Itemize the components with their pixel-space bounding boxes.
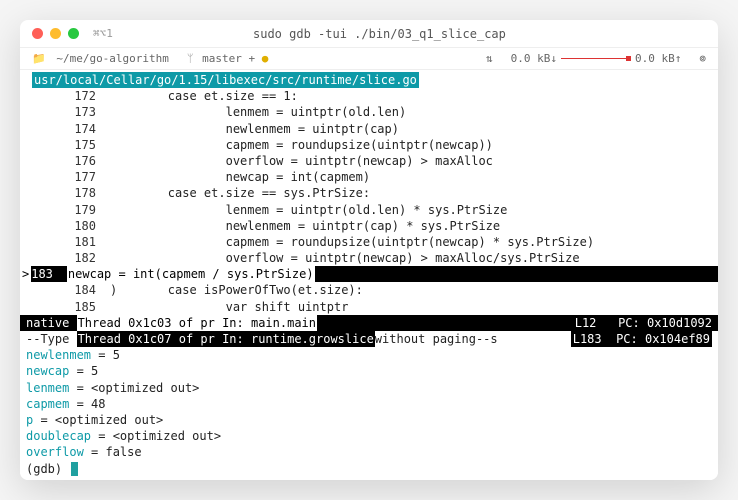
terminal-window: ⌘⌥1 sudo gdb -tui ./bin/03_q1_slice_cap … xyxy=(20,20,718,480)
code-line: 180 newlenmem = uintptr(cap) * sys.PtrSi… xyxy=(20,218,718,234)
code-line: 184) case isPowerOfTwo(et.size): xyxy=(20,282,718,298)
code-line: 177 newcap = int(capmem) xyxy=(20,169,718,185)
variable-line: overflow = false xyxy=(20,444,718,460)
net-graph-icon xyxy=(561,58,631,59)
git-branch[interactable]: ᛘ master + ● xyxy=(187,52,268,65)
variable-line: doublecap = <optimized out> xyxy=(20,428,718,444)
code-line: 178 case et.size == sys.PtrSize: xyxy=(20,185,718,201)
traffic-lights xyxy=(32,28,79,39)
variable-line: p = <optimized out> xyxy=(20,412,718,428)
gdb-prompt[interactable]: (gdb) xyxy=(20,461,718,477)
code-line: 181 capmem = roundupsize(uintptr(newcap)… xyxy=(20,234,718,250)
cursor-icon xyxy=(71,462,78,476)
path-segment[interactable]: 📁 ~/me/go-algorithm xyxy=(32,52,169,65)
terminal-body[interactable]: usr/local/Cellar/go/1.15/libexec/src/run… xyxy=(20,70,718,480)
minimize-icon[interactable] xyxy=(50,28,61,39)
variable-line: newlenmem = 5 xyxy=(20,347,718,363)
source-path: usr/local/Cellar/go/1.15/libexec/src/run… xyxy=(32,72,419,88)
status-row-1: native Thread 0x1c03 of pr In: main.main… xyxy=(20,315,718,331)
status-row-2: --Type Thread 0x1c07 of pr In: runtime.g… xyxy=(20,331,718,347)
code-line: 182 overflow = uintptr(newcap) > maxAllo… xyxy=(20,250,718,266)
current-line-code: newcap = int(capmem / sys.PtrSize) xyxy=(67,266,315,282)
code-line: 172 case et.size == 1: xyxy=(20,88,718,104)
current-line-marker: > xyxy=(20,266,31,282)
close-icon[interactable] xyxy=(32,28,43,39)
net-down: 0.0 kB↓ 0.0 kB↑ xyxy=(511,52,682,65)
toolbar: 📁 ~/me/go-algorithm ᛘ master + ● ⇅ 0.0 k… xyxy=(20,48,718,70)
shortcut-label: ⌘⌥1 xyxy=(93,27,113,40)
window-title: sudo gdb -tui ./bin/03_q1_slice_cap xyxy=(121,27,638,41)
cwd-path: ~/me/go-algorithm xyxy=(56,52,169,65)
variable-line: lenmem = <optimized out> xyxy=(20,380,718,396)
sync-icon[interactable]: ⇅ xyxy=(486,52,493,65)
code-line: 179 lenmem = uintptr(old.len) * sys.PtrS… xyxy=(20,202,718,218)
maximize-icon[interactable] xyxy=(68,28,79,39)
variable-line: capmem = 48 xyxy=(20,396,718,412)
code-line: 185 var shift uintptr xyxy=(20,299,718,315)
code-line: 173 lenmem = uintptr(old.len) xyxy=(20,104,718,120)
gear-icon[interactable]: ⊚ xyxy=(699,52,706,65)
folder-icon: 📁 xyxy=(32,52,46,65)
branch-icon: ᛘ xyxy=(187,52,194,65)
code-line: 176 overflow = uintptr(newcap) > maxAllo… xyxy=(20,153,718,169)
code-line: 174 newlenmem = uintptr(cap) xyxy=(20,121,718,137)
titlebar: ⌘⌥1 sudo gdb -tui ./bin/03_q1_slice_cap xyxy=(20,20,718,48)
code-line: 175 capmem = roundupsize(uintptr(newcap)… xyxy=(20,137,718,153)
variable-line: newcap = 5 xyxy=(20,363,718,379)
current-line: >183 newcap = int(capmem / sys.PtrSize) xyxy=(20,266,718,282)
